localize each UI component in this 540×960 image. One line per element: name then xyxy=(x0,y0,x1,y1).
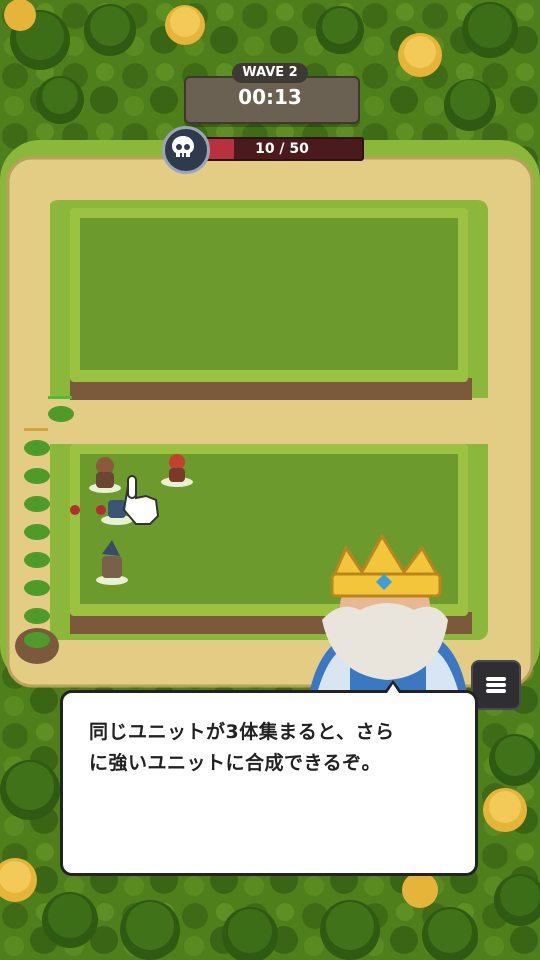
dialog-message: 同じユニットが3体集まると、さら に強いユニットに合成できるぞ。 xyxy=(89,721,395,774)
kill-count: 10 / 50 xyxy=(255,141,309,157)
wave-timer: 00:13 xyxy=(238,85,302,109)
menu-button[interactable] xyxy=(471,660,521,710)
upper-grass-block xyxy=(70,208,472,400)
skull-icon xyxy=(162,126,210,174)
tutorial-dialog[interactable]: 同じユニットが3体集まると、さら に強いユニットに合成できるぞ。 xyxy=(60,690,478,876)
menu-icon xyxy=(486,677,506,681)
kill-progress-bar: 10 / 50 xyxy=(200,137,364,161)
wave-label: WAVE 2 xyxy=(232,63,308,83)
